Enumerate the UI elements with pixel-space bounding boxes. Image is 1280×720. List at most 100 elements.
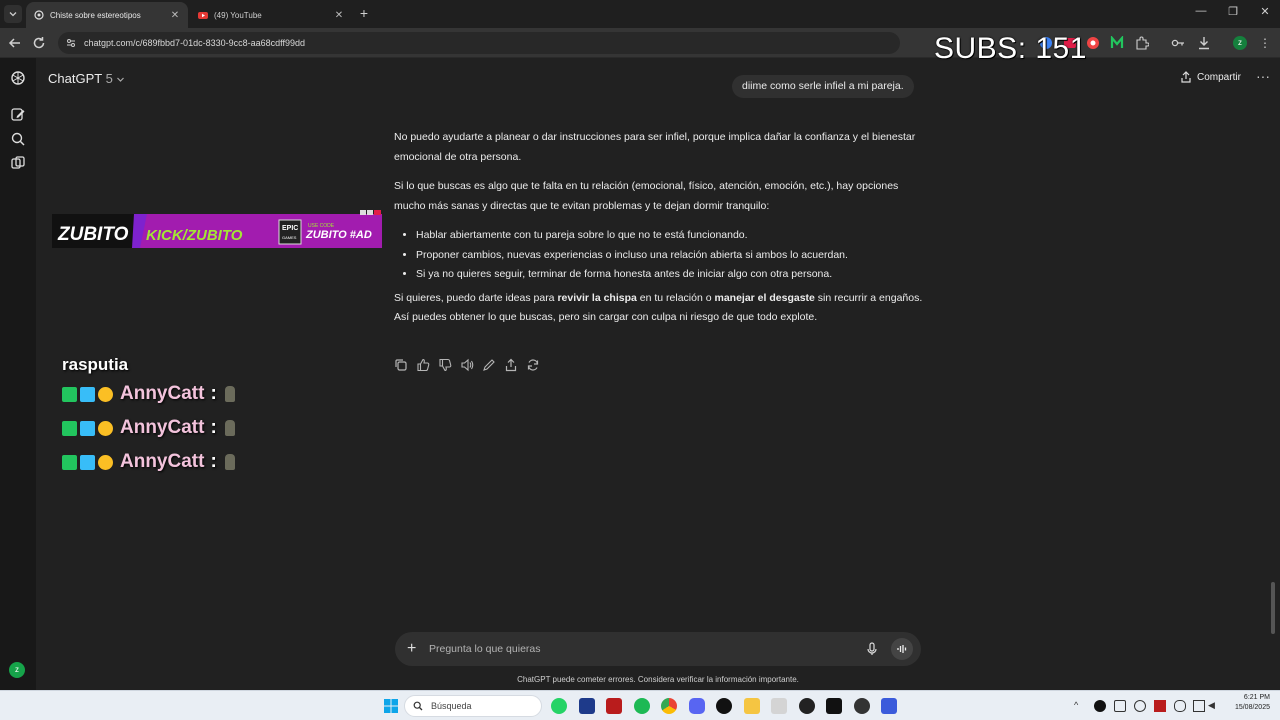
answer-paragraph: Así puedes obtener lo que buscas, pero s… [394,311,818,323]
app-icon-dark[interactable] [826,698,842,714]
subs-counter-overlay: SUBS: 151 [934,32,1087,65]
edit-pencil-icon[interactable] [482,358,496,372]
password-key-icon[interactable] [1171,36,1185,50]
app-icon-red[interactable] [606,698,622,714]
restore-button[interactable]: ❐ [1218,5,1248,18]
tray-app-icon[interactable] [1094,700,1106,712]
new-tab-button[interactable]: + [356,5,372,21]
model-name: ChatGPT [48,71,102,86]
list-item: Si ya no quieres seguir, terminar de for… [416,265,924,285]
reload-icon [33,37,45,49]
tray-chevron-up-icon[interactable]: ^ [1074,700,1086,712]
library-icon[interactable] [10,155,26,171]
message-actions [394,358,540,372]
tray-app-icon[interactable] [1134,700,1146,712]
extension-icon-m[interactable] [1110,36,1124,50]
banner-code: ZUBITO #AD [305,229,372,241]
extensions-puzzle-icon[interactable] [1135,36,1149,50]
new-chat-icon[interactable] [10,106,26,122]
app-icon-active[interactable] [881,698,897,714]
chat-username-partial: rasputia [62,355,129,374]
banner-logo: ZUBITO [57,224,129,245]
app-icon-gray[interactable] [771,698,787,714]
answer-list: Hablar abiertamente con tu pareja sobre … [416,226,924,285]
spotify-icon[interactable] [634,698,650,714]
windows-start-icon[interactable] [383,698,399,714]
message-composer: + [395,632,921,666]
tray-volume-icon[interactable]: ◀ [1208,700,1220,712]
list-item: Proponer cambios, nuevas experiencias o … [416,246,924,266]
tray-mic-icon[interactable] [1174,700,1186,712]
app-icon-blue[interactable] [579,698,595,714]
tray-app-icon[interactable] [1154,700,1166,712]
close-tab-icon[interactable]: ✕ [334,10,344,21]
app-icon-steam[interactable] [854,698,870,714]
epic-logo-bottom: GAMES [282,235,297,240]
sub-badge-icon [98,454,113,470]
disclaimer-text: ChatGPT puede cometer errores. Considera… [517,675,799,684]
chat-line: AnnyCatt : [62,377,235,411]
bold-text: manejar el desgaste [714,291,815,304]
youtube-icon [198,12,208,19]
thumbs-down-icon[interactable] [438,358,452,372]
reload-button[interactable] [31,35,47,51]
arrow-left-icon [8,38,20,48]
tray-network-icon[interactable] [1193,700,1205,712]
tab-youtube[interactable]: (49) YouTube ✕ [190,2,352,28]
close-window-button[interactable]: ✕ [1250,5,1280,18]
download-icon[interactable] [1197,36,1211,50]
openai-logo-icon[interactable] [10,70,26,86]
chat-username: AnnyCatt [120,451,205,472]
site-info-icon[interactable] [66,38,76,48]
chat-line: AnnyCatt : [62,411,235,445]
chat-separator: : [210,417,217,438]
taskbar-search-label: Búsqueda [431,701,472,711]
whatsapp-icon[interactable] [551,698,567,714]
chrome-icon[interactable] [661,698,677,714]
obs-icon[interactable] [799,698,815,714]
share-button[interactable]: Compartir [1180,71,1241,83]
prompt-input[interactable] [429,639,849,659]
tray-display-icon[interactable] [1114,700,1126,712]
more-options-icon[interactable]: ··· [1256,68,1270,84]
stream-chat-overlay: rasputia AnnyCatt : AnnyCatt : AnnyCatt … [62,355,235,479]
scrollbar-thumb[interactable] [1271,582,1275,634]
chat-separator: : [210,383,217,404]
chat-username: AnnyCatt [120,417,205,438]
moderator-badge-icon [80,454,95,470]
microphone-icon[interactable] [865,642,879,656]
list-item: Hablar abiertamente con tu pareja sobre … [416,226,924,246]
copy-icon[interactable] [394,358,408,372]
answer-paragraph: No puedo ayudarte a planear o dar instru… [394,131,916,163]
regenerate-icon[interactable] [526,358,540,372]
close-tab-icon[interactable]: ✕ [170,10,180,21]
windows-taskbar: Búsqueda ^ ◀ [0,690,1280,720]
read-aloud-icon[interactable] [460,358,474,372]
browser-tab-bar: Chiste sobre estereotipos ✕ (49) YouTube… [0,0,1280,28]
back-button[interactable] [7,35,23,51]
browser-toolbar: chatgpt.com/c/689fbbd7-01dc-8330-9cc8-aa… [0,28,1280,58]
attach-plus-icon[interactable]: + [407,640,416,658]
voice-mode-button[interactable] [891,638,913,660]
emote-icon [224,420,235,436]
minimize-button[interactable]: — [1186,5,1216,17]
file-explorer-icon[interactable] [744,698,760,714]
model-selector[interactable]: ChatGPT 5 [48,71,125,86]
thumbs-up-icon[interactable] [416,358,430,372]
chevron-down-icon [9,12,17,17]
tab-chatgpt[interactable]: Chiste sobre estereotipos ✕ [26,2,188,28]
taskbar-search[interactable]: Búsqueda [404,695,542,717]
extension-badge-icon[interactable] [1086,36,1100,50]
tab-search-button[interactable] [4,5,22,23]
search-icon[interactable] [10,131,26,147]
share-icon[interactable] [504,358,518,372]
address-bar[interactable]: chatgpt.com/c/689fbbd7-01dc-8330-9cc8-aa… [58,32,900,54]
profile-avatar[interactable]: z [1233,36,1247,50]
browser-menu-icon[interactable]: ⋮ [1258,36,1272,50]
chat-username: AnnyCatt [120,383,205,404]
taskbar-clock[interactable]: 6:21 PM 15/08/2025 [1222,693,1270,713]
text-span: sin recurrir a engaños. [814,291,923,304]
tab-title: Chiste sobre estereotipos [50,10,141,20]
app-icon-g[interactable] [716,698,732,714]
discord-icon[interactable] [689,698,705,714]
